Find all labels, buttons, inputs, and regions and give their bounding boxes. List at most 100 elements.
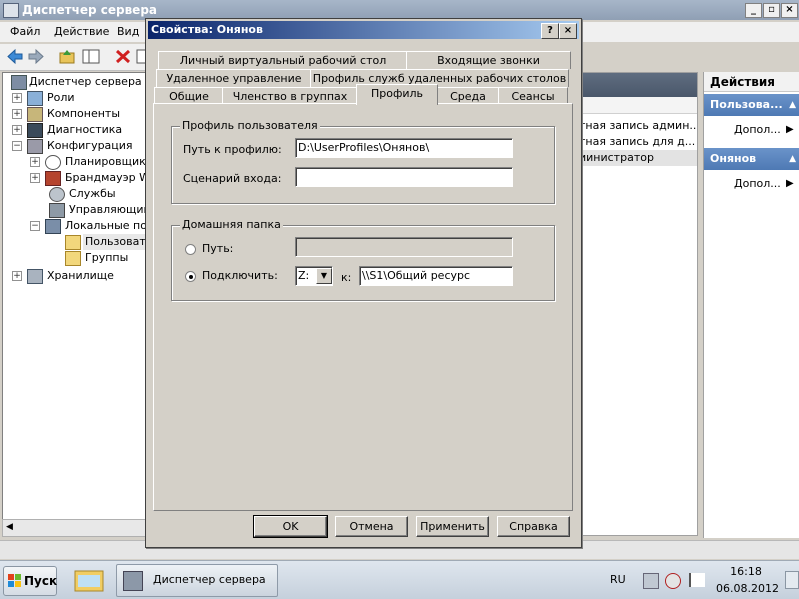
- tree-label: Службы: [69, 187, 116, 200]
- action-label: Допол...: [734, 177, 781, 190]
- dialog-titlebar[interactable]: Свойства: Онянов ? ×: [148, 21, 579, 39]
- properties-dialog: Свойства: Онянов ? × Личный виртуальный …: [145, 18, 582, 548]
- actions-group-user[interactable]: Онянов ▲: [704, 148, 799, 170]
- collapse-icon[interactable]: −: [12, 141, 22, 151]
- tab-personal-virtual-desktop[interactable]: Личный виртуальный рабочий стол: [158, 51, 408, 69]
- home-path-radio[interactable]: [185, 244, 196, 255]
- expand-icon[interactable]: +: [12, 271, 22, 281]
- logon-script-input[interactable]: [295, 167, 513, 187]
- maximize-button[interactable]: ▫: [763, 3, 780, 18]
- wmi-icon: [49, 203, 65, 218]
- minimize-button[interactable]: _: [745, 3, 762, 18]
- column-header[interactable]: [575, 97, 697, 114]
- close-button[interactable]: ×: [781, 3, 798, 18]
- profile-path-input[interactable]: D:\UserProfiles\Онянов\: [295, 138, 513, 158]
- tree-horizontal-scrollbar[interactable]: ◀: [2, 519, 148, 537]
- features-icon: [27, 107, 43, 122]
- expand-icon[interactable]: +: [12, 125, 22, 135]
- apply-button[interactable]: Применить: [416, 516, 489, 537]
- home-path-input[interactable]: [295, 237, 513, 257]
- main-window-titlebar[interactable]: Диспетчер сервера _ ▫ ×: [0, 0, 799, 20]
- home-share-input[interactable]: \\S1\Общий ресурс: [359, 266, 513, 286]
- list-item[interactable]: тная запись для д...: [579, 134, 697, 150]
- start-label: Пуск: [24, 574, 58, 588]
- action-more-user[interactable]: Допол... ▶: [734, 176, 794, 192]
- storage-icon: [27, 269, 43, 284]
- volume-muted-icon[interactable]: [665, 573, 681, 589]
- up-folder-icon[interactable]: [58, 48, 76, 65]
- scroll-left-icon[interactable]: ◀: [6, 522, 13, 532]
- group-title: Домашняя папка: [180, 218, 283, 231]
- tree-label: Диагностика: [47, 123, 123, 136]
- clock-date[interactable]: 06.08.2012: [716, 582, 779, 595]
- tab-rds-profile[interactable]: Профиль служб удаленных рабочих столов: [310, 69, 569, 87]
- help-button[interactable]: ?: [541, 23, 559, 39]
- server-icon: [11, 75, 27, 90]
- tree-label: Управляющий э: [69, 203, 148, 216]
- menu-action[interactable]: Действие: [54, 25, 109, 38]
- taskbar-item-label: Диспетчер сервера: [153, 573, 266, 586]
- list-item[interactable]: тная запись админ...: [579, 118, 697, 134]
- show-desktop-button[interactable]: [785, 571, 799, 589]
- tree-label: Локальные пол: [65, 219, 148, 232]
- actions-pane: Действия Пользова... ▲ Допол... ▶ Онянов…: [703, 72, 799, 538]
- collapse-up-icon[interactable]: ▲: [789, 94, 796, 116]
- start-button[interactable]: Пуск: [3, 566, 57, 596]
- user-profile-group: Профиль пользователя Путь к профилю: D:\…: [171, 119, 555, 204]
- taskbar-item-server-manager[interactable]: Диспетчер сервера: [116, 564, 278, 597]
- menu-file[interactable]: Файл: [10, 25, 40, 38]
- menu-view[interactable]: Вид: [117, 25, 139, 38]
- home-path-label: Путь:: [202, 242, 234, 255]
- tree-label: Диспетчер сервера (S6: [29, 75, 147, 88]
- network-icon[interactable]: [643, 573, 659, 589]
- tree-label: Роли: [47, 91, 75, 104]
- expand-icon[interactable]: +: [30, 173, 40, 183]
- drive-letter-select[interactable]: Z: ▼: [295, 266, 333, 286]
- clock-icon: [45, 155, 61, 170]
- language-indicator[interactable]: RU: [610, 573, 626, 586]
- collapse-up-icon[interactable]: ▲: [789, 148, 796, 170]
- users-icon: [45, 219, 61, 234]
- action-more-users[interactable]: Допол... ▶: [734, 122, 794, 138]
- show-hide-tree-icon[interactable]: [82, 48, 100, 65]
- logon-script-label: Сценарий входа:: [183, 172, 282, 185]
- profile-tab-page: Профиль пользователя Путь к профилю: D:\…: [153, 103, 573, 511]
- tab-profile[interactable]: Профиль: [356, 84, 438, 105]
- list-item[interactable]: иинистратор: [575, 150, 697, 166]
- actions-group-users[interactable]: Пользова... ▲: [704, 94, 799, 116]
- expand-icon[interactable]: +: [12, 109, 22, 119]
- actions-group-label: Пользова...: [710, 98, 783, 111]
- group-title: Профиль пользователя: [180, 119, 320, 132]
- delete-icon[interactable]: [114, 48, 132, 65]
- connect-radio[interactable]: [185, 271, 196, 282]
- ok-button[interactable]: OK: [253, 515, 328, 538]
- action-center-flag-icon[interactable]: [689, 573, 705, 587]
- toolbar: [0, 44, 150, 71]
- connect-label: Подключить:: [202, 269, 278, 282]
- tab-dial-in[interactable]: Входящие звонки: [406, 51, 571, 69]
- tab-remote-control[interactable]: Удаленное управление: [156, 69, 312, 87]
- submenu-arrow-icon: ▶: [786, 124, 794, 135]
- main-window-title: Диспетчер сервера: [22, 3, 157, 17]
- roles-icon: [27, 91, 43, 106]
- back-arrow-icon[interactable]: [6, 48, 24, 65]
- submenu-arrow-icon: ▶: [786, 178, 794, 189]
- taskbar: Пуск Диспетчер сервера RU 16:18 06.08.20…: [0, 560, 799, 599]
- actions-title: Действия: [704, 72, 799, 92]
- expand-icon[interactable]: +: [30, 157, 40, 167]
- help-dialog-button[interactable]: Справка: [497, 516, 570, 537]
- clock-time[interactable]: 16:18: [729, 565, 763, 578]
- forward-arrow-icon[interactable]: [27, 48, 45, 65]
- chevron-down-icon[interactable]: ▼: [316, 268, 332, 284]
- dialog-close-button[interactable]: ×: [559, 23, 577, 39]
- explorer-folder-icon[interactable]: [72, 565, 106, 595]
- tree-label: Группы: [85, 251, 129, 264]
- tree-label: Хранилище: [47, 269, 114, 282]
- collapse-icon[interactable]: −: [30, 221, 40, 231]
- to-label: к:: [341, 271, 352, 284]
- actions-group-label: Онянов: [710, 152, 757, 165]
- expand-icon[interactable]: +: [12, 93, 22, 103]
- profile-path-label: Путь к профилю:: [183, 143, 282, 156]
- cancel-button[interactable]: Отмена: [335, 516, 408, 537]
- server-manager-icon: [123, 571, 143, 591]
